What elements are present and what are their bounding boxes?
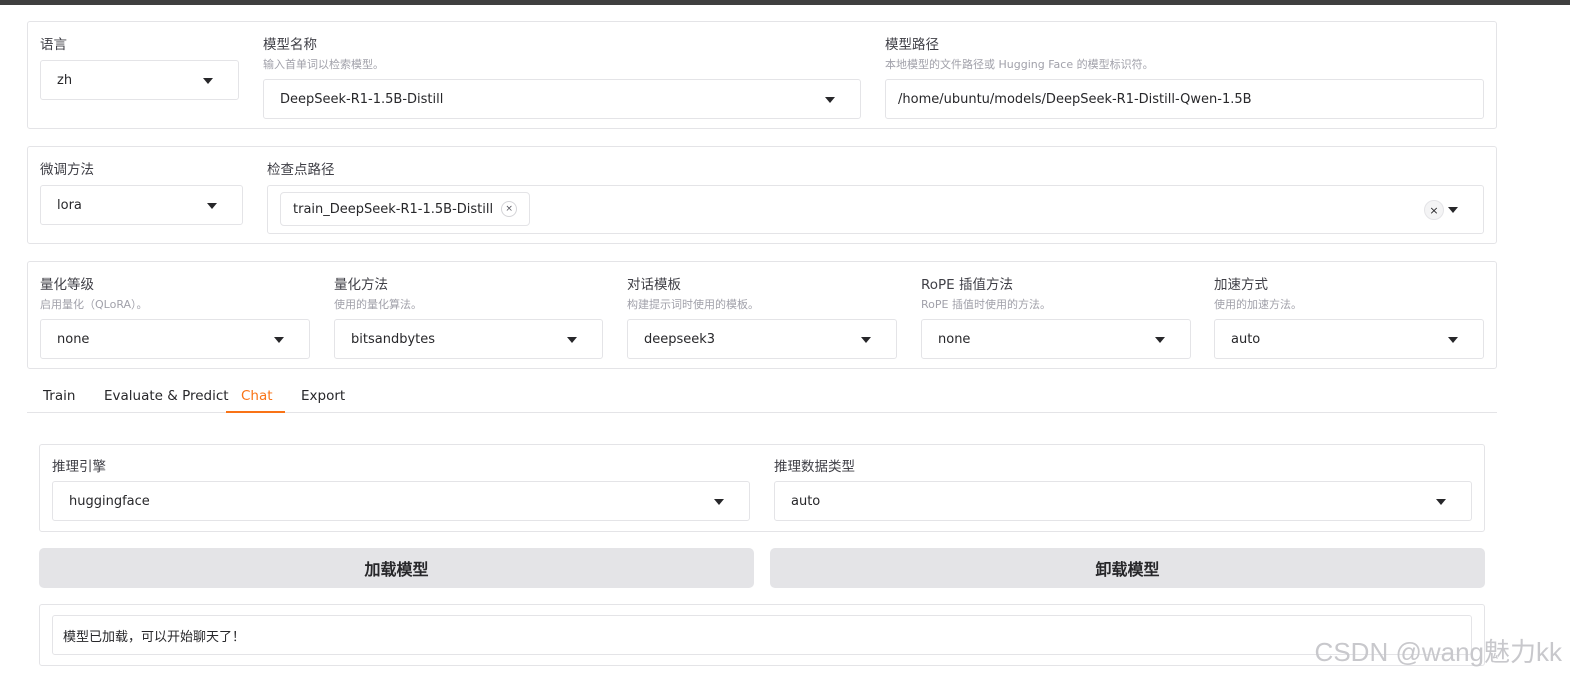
- template-value: deepseek3: [644, 331, 716, 347]
- chevron-down-icon[interactable]: [274, 337, 284, 343]
- model-name-dropdown[interactable]: DeepSeek-R1-1.5B-Distill: [263, 79, 861, 119]
- close-icon[interactable]: ×: [501, 201, 518, 217]
- info-output-box[interactable]: 模型已加载，可以开始聊天了！: [52, 615, 1472, 655]
- infer-backend-dropdown[interactable]: huggingface: [52, 481, 750, 521]
- model-path-label: 模型路径: [885, 37, 939, 53]
- unload-model-button[interactable]: 卸载模型: [770, 548, 1485, 588]
- tab-evaluate-predict[interactable]: Evaluate & Predict: [104, 388, 229, 404]
- infer-backend-label: 推理引擎: [52, 459, 106, 475]
- model-path-input[interactable]: [885, 79, 1484, 119]
- template-info: 构建提示词时使用的模板。: [627, 298, 759, 311]
- finetune-value: lora: [57, 197, 82, 213]
- rope-label: RoPE 插值方法: [921, 277, 1013, 293]
- info-output-text: 模型已加载，可以开始聊天了！: [63, 629, 246, 645]
- booster-dropdown[interactable]: auto: [1214, 319, 1484, 359]
- watermark: CSDN @wang魅力kk: [1314, 637, 1562, 667]
- infer-dtype-dropdown[interactable]: auto: [774, 481, 1472, 521]
- tab-export[interactable]: Export: [301, 388, 345, 404]
- clear-icon[interactable]: ×: [1424, 200, 1444, 220]
- chevron-down-icon[interactable]: [207, 203, 217, 209]
- chevron-down-icon[interactable]: [1448, 337, 1458, 343]
- chevron-down-icon[interactable]: [825, 97, 835, 103]
- model-path-info: 本地模型的文件路径或 Hugging Face 的模型标识符。: [885, 58, 1154, 71]
- language-value: zh: [57, 72, 73, 88]
- language-label: 语言: [40, 37, 67, 53]
- window-top-bar: [0, 0, 1570, 5]
- quant-method-label: 量化方法: [334, 277, 388, 293]
- tab-train[interactable]: Train: [43, 388, 75, 404]
- tab-chat-indicator: [226, 411, 285, 413]
- model-path-text[interactable]: [898, 91, 1483, 107]
- model-name-info: 输入首单词以检索模型。: [263, 58, 384, 71]
- template-dropdown[interactable]: deepseek3: [627, 319, 897, 359]
- template-label: 对话模板: [627, 277, 681, 293]
- checkpoint-chip-label: train_DeepSeek-R1-1.5B-Distill: [293, 201, 494, 217]
- load-model-button[interactable]: 加载模型: [39, 548, 754, 588]
- chevron-down-icon[interactable]: [1448, 207, 1458, 213]
- chevron-down-icon[interactable]: [203, 78, 213, 84]
- chevron-down-icon[interactable]: [861, 337, 871, 343]
- finetune-label: 微调方法: [40, 162, 94, 178]
- rope-value: none: [938, 331, 971, 347]
- booster-value: auto: [1231, 331, 1261, 347]
- quant-bit-dropdown[interactable]: none: [40, 319, 310, 359]
- booster-label: 加速方式: [1214, 277, 1268, 293]
- quant-bit-value: none: [57, 331, 90, 347]
- model-name-label: 模型名称: [263, 37, 317, 53]
- infer-dtype-value: auto: [791, 493, 821, 509]
- infer-backend-value: huggingface: [69, 493, 150, 509]
- rope-info: RoPE 插值时使用的方法。: [921, 298, 1051, 311]
- chevron-down-icon[interactable]: [1155, 337, 1165, 343]
- checkpoint-chip[interactable]: train_DeepSeek-R1-1.5B-Distill ×: [280, 192, 531, 226]
- checkpoint-label: 检查点路径: [267, 162, 335, 178]
- quant-method-value: bitsandbytes: [351, 331, 436, 347]
- chevron-down-icon[interactable]: [567, 337, 577, 343]
- tab-chat[interactable]: Chat: [241, 388, 273, 404]
- quant-method-dropdown[interactable]: bitsandbytes: [334, 319, 603, 359]
- quant-bit-info: 启用量化（QLoRA）。: [40, 298, 148, 311]
- booster-info: 使用的加速方法。: [1214, 298, 1302, 311]
- quant-method-info: 使用的量化算法。: [334, 298, 422, 311]
- quant-bit-label: 量化等级: [40, 277, 94, 293]
- chevron-down-icon[interactable]: [1436, 499, 1446, 505]
- rope-dropdown[interactable]: none: [921, 319, 1191, 359]
- infer-dtype-label: 推理数据类型: [774, 459, 855, 475]
- model-name-value: DeepSeek-R1-1.5B-Distill: [280, 91, 444, 107]
- chevron-down-icon[interactable]: [714, 499, 724, 505]
